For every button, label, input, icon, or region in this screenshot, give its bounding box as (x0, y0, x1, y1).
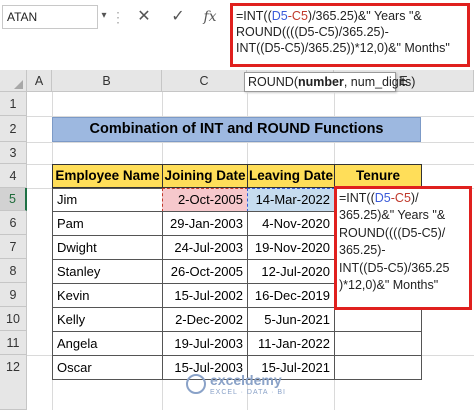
formula-line-3: INT((D5-C5)/365.25))*12,0)&" Months" (236, 41, 450, 55)
cell-leaving-date[interactable]: 19-Nov-2020 (247, 235, 335, 260)
cell-leaving-date[interactable]: 11-Jan-2022 (247, 331, 335, 356)
column-header-c[interactable]: C (162, 70, 247, 92)
row-header-7[interactable]: 7 (0, 235, 27, 259)
header-employee-name[interactable]: Employee Name (52, 164, 163, 188)
watermark-name: exceldemy (210, 372, 282, 388)
row-header-10[interactable]: 10 (0, 307, 27, 331)
cell-name[interactable]: Angela (52, 331, 163, 356)
gridline (27, 142, 474, 143)
column-header-b[interactable]: B (52, 70, 162, 92)
name-box[interactable]: ATAN (2, 5, 98, 29)
cell-leaving-date[interactable]: 14-Mar-2022 (247, 188, 335, 212)
watermark-tagline: EXCEL · DATA · BI (210, 389, 286, 396)
cell-joining-date[interactable]: 24-Jul-2003 (162, 235, 248, 260)
select-all-triangle-icon (14, 80, 23, 89)
header-joining-date[interactable]: Joining Date (162, 164, 248, 188)
row-header-4[interactable]: 4 (0, 164, 27, 188)
row-header-9[interactable]: 9 (0, 283, 27, 307)
cell-joining-date[interactable]: 29-Jan-2003 (162, 211, 248, 236)
cell-leaving-date[interactable]: 5-Jun-2021 (247, 307, 335, 332)
row-header-1[interactable]: 1 (0, 92, 27, 116)
row-header-6[interactable]: 6 (0, 211, 27, 235)
sheet-title: Combination of INT and ROUND Functions (52, 117, 421, 142)
enter-icon[interactable]: ✓ (166, 6, 190, 28)
cell-joining-date[interactable]: 2-Dec-2002 (162, 307, 248, 332)
formula-line-1: =INT((D5-C5)/365.25)&" Years "& (236, 9, 422, 23)
row-header-2[interactable]: 2 (0, 116, 27, 142)
header-leaving-date[interactable]: Leaving Date (247, 164, 335, 188)
cell-tenure[interactable] (334, 331, 422, 356)
cell-name[interactable]: Stanley (52, 259, 163, 284)
cell-name[interactable]: Kelly (52, 307, 163, 332)
row-header-11[interactable]: 11 (0, 331, 27, 355)
cell-tenure[interactable] (334, 307, 422, 332)
function-tooltip: ROUND(number, num_digits) (244, 72, 415, 92)
cell-tenure[interactable] (334, 355, 422, 380)
watermark: exceldemy EXCEL · DATA · BI (186, 372, 296, 402)
formula-line-2: ROUND((((D5-C5)/365.25)- (236, 25, 389, 39)
row-header-12[interactable]: 12 (0, 355, 27, 410)
cell-name[interactable]: Oscar (52, 355, 163, 380)
cell-name[interactable]: Kevin (52, 283, 163, 308)
cell-leaving-date[interactable]: 4-Nov-2020 (247, 211, 335, 236)
header-tenure[interactable]: Tenure (334, 164, 422, 188)
row-header-5[interactable]: 5 (0, 188, 27, 211)
cell-joining-date[interactable]: 19-Jul-2003 (162, 331, 248, 356)
exceldemy-logo-icon (186, 374, 206, 394)
row-header-3[interactable]: 3 (0, 142, 27, 164)
insert-function-icon[interactable]: fx (198, 6, 222, 28)
cell-joining-date[interactable]: 2-Oct-2005 (162, 188, 248, 212)
cell-joining-date[interactable]: 15-Jul-2002 (162, 283, 248, 308)
name-box-dropdown-icon[interactable]: ▾ (99, 9, 109, 23)
cancel-icon[interactable]: ✕ (132, 6, 156, 28)
cell-name[interactable]: Jim (52, 188, 163, 212)
formula-bar-separator: ⋮ (111, 6, 125, 28)
column-header-a[interactable]: A (27, 70, 52, 92)
ref-c5: C5 (394, 191, 411, 205)
cell-name[interactable]: Pam (52, 211, 163, 236)
ref-d5: D5 (374, 191, 391, 205)
ref-d5: D5 (271, 9, 288, 23)
cell-editor-e5[interactable]: =INT((D5-C5)/ 365.25)&" Years "& ROUND((… (334, 186, 472, 310)
formula-input[interactable]: =INT((D5-C5)/365.25)&" Years "& ROUND(((… (230, 3, 470, 67)
cell-name[interactable]: Dwight (52, 235, 163, 260)
cell-joining-date[interactable]: 26-Oct-2005 (162, 259, 248, 284)
row-header-8[interactable]: 8 (0, 259, 27, 283)
ref-c5: C5 (291, 9, 308, 23)
cell-leaving-date[interactable]: 16-Dec-2019 (247, 283, 335, 308)
cell-leaving-date[interactable]: 12-Jul-2020 (247, 259, 335, 284)
